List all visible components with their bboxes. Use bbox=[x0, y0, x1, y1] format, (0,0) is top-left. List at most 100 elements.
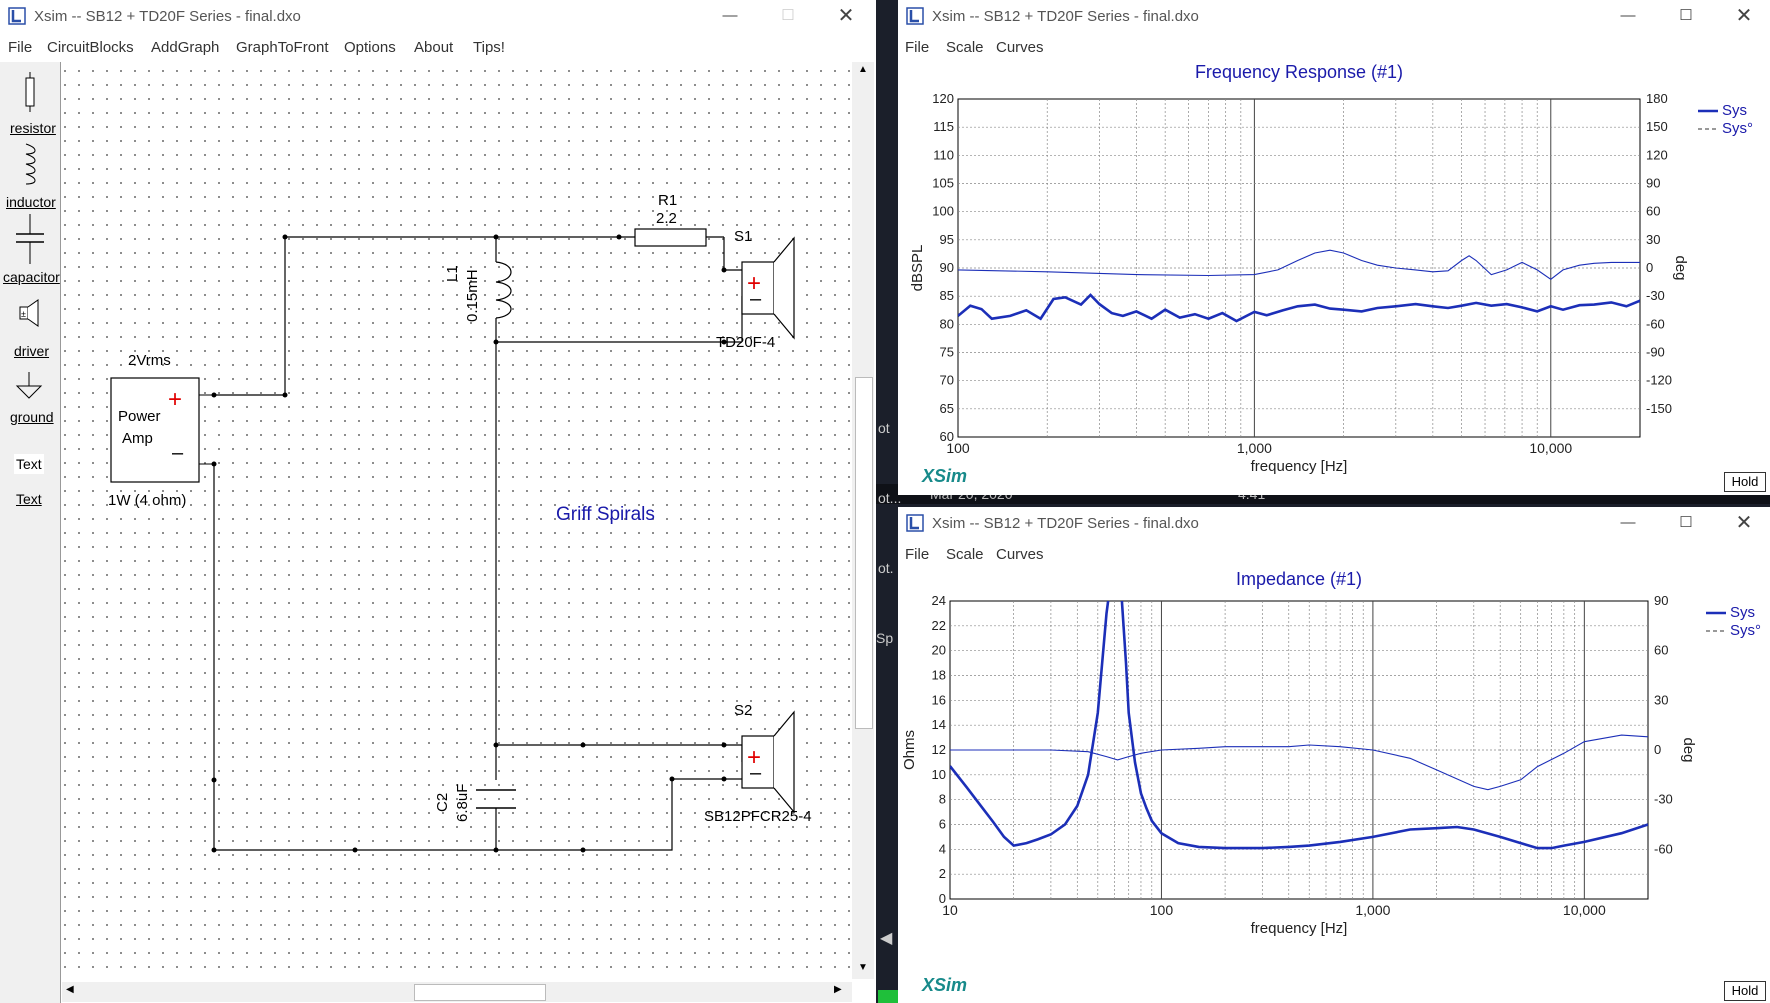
taskbar-edge bbox=[878, 990, 898, 1003]
menu-file[interactable]: File bbox=[905, 39, 929, 56]
y-tick-label: 22 bbox=[932, 618, 946, 633]
palette-resistor[interactable]: resistor bbox=[10, 120, 56, 136]
legend-label: Sys° bbox=[1730, 622, 1761, 639]
palette-text[interactable]: Text bbox=[16, 491, 42, 507]
impedance-window-title: Xsim -- SB12 + TD20F Series - final.dxo bbox=[932, 515, 1199, 532]
scroll-left-icon[interactable]: ◀ bbox=[66, 984, 74, 995]
frequency-titlebar[interactable]: Xsim -- SB12 + TD20F Series - final.dxo … bbox=[898, 0, 1770, 32]
y2-tick-label: 120 bbox=[1646, 147, 1668, 162]
y2-tick-label: -90 bbox=[1646, 345, 1665, 360]
capacitor-icon[interactable] bbox=[12, 214, 48, 264]
legend-label: Sys° bbox=[1722, 120, 1753, 137]
y-tick-label: 16 bbox=[932, 692, 946, 707]
s1-name: S1 bbox=[734, 228, 753, 245]
y-tick-label: 105 bbox=[932, 176, 954, 191]
close-icon[interactable]: ✕ bbox=[1732, 6, 1756, 26]
maximize-icon[interactable]: ☐ bbox=[776, 6, 800, 26]
scroll-right-icon[interactable]: ▶ bbox=[834, 984, 842, 995]
maximize-icon[interactable]: ☐ bbox=[1674, 513, 1698, 533]
palette-driver[interactable]: driver bbox=[14, 343, 49, 359]
scroll-down-icon[interactable]: ▼ bbox=[852, 962, 874, 978]
menu-about[interactable]: About bbox=[414, 39, 453, 56]
driver-icon[interactable]: ± bbox=[16, 298, 42, 328]
minimize-icon[interactable]: — bbox=[718, 6, 742, 26]
menu-file[interactable]: File bbox=[8, 39, 32, 56]
y2-tick-label: -150 bbox=[1646, 401, 1672, 416]
close-icon[interactable]: ✕ bbox=[834, 6, 858, 26]
menu-graphtofront[interactable]: GraphToFront bbox=[236, 39, 329, 56]
y2-tick-label: 90 bbox=[1646, 176, 1660, 191]
s1-model: TD20F-4 bbox=[716, 334, 776, 351]
minimize-icon[interactable]: — bbox=[1616, 6, 1640, 26]
circuit-window: Xsim -- SB12 + TD20F Series - final.dxo … bbox=[0, 0, 876, 1003]
menu-circuitblocks[interactable]: CircuitBlocks bbox=[47, 39, 134, 56]
palette-ground[interactable]: ground bbox=[10, 409, 54, 425]
impedance-window: Xsim -- SB12 + TD20F Series - final.dxo … bbox=[898, 507, 1770, 1003]
palette-text-block[interactable]: Text bbox=[14, 454, 44, 474]
y2-tick-label: 60 bbox=[1646, 204, 1660, 219]
menu-options[interactable]: Options bbox=[344, 39, 396, 56]
y2-tick-label: -30 bbox=[1646, 288, 1665, 303]
horizontal-scrollbar[interactable]: ◀ ▶ bbox=[62, 982, 852, 1002]
maximize-icon[interactable]: ☐ bbox=[1674, 6, 1698, 26]
circuit-window-title: Xsim -- SB12 + TD20F Series - final.dxo bbox=[34, 8, 301, 25]
s2-model: SB12PFCR25-4 bbox=[704, 808, 812, 825]
y-axis-label: dBSPL bbox=[909, 245, 926, 292]
y-tick-label: 18 bbox=[932, 668, 946, 683]
hold-button[interactable]: Hold bbox=[1724, 981, 1766, 1001]
y2-tick-label: 60 bbox=[1654, 643, 1668, 658]
y-tick-label: 8 bbox=[939, 792, 946, 807]
menu-tips[interactable]: Tips! bbox=[473, 39, 505, 56]
xsim-app-icon bbox=[8, 7, 26, 25]
y-tick-label: 70 bbox=[940, 373, 954, 388]
y-tick-label: 10 bbox=[932, 767, 946, 782]
xsim-logo: XSim bbox=[922, 466, 968, 486]
menu-scale[interactable]: Scale bbox=[946, 546, 984, 563]
resistor-icon[interactable] bbox=[20, 72, 40, 112]
x-tick-label: 10,000 bbox=[1563, 902, 1606, 918]
hold-button[interactable]: Hold bbox=[1724, 472, 1766, 492]
amp-label-line2: Amp bbox=[122, 430, 153, 447]
impedance-titlebar[interactable]: Xsim -- SB12 + TD20F Series - final.dxo … bbox=[898, 507, 1770, 539]
amp-minus: – bbox=[172, 442, 184, 464]
chart-title: Impedance (#1) bbox=[1236, 569, 1362, 589]
menu-curves[interactable]: Curves bbox=[996, 546, 1044, 563]
circuit-canvas[interactable]: R1 2.2 L1 0.15mH C2 6.8uF S1 TD20F-4 + –… bbox=[62, 62, 852, 979]
y2-tick-label: -60 bbox=[1646, 316, 1665, 331]
y2-axis-label: deg bbox=[1680, 737, 1697, 762]
frequency-window: Xsim -- SB12 + TD20F Series - final.dxo … bbox=[898, 0, 1770, 495]
inductor-icon[interactable] bbox=[20, 142, 40, 186]
c2-name: C2 bbox=[434, 792, 451, 812]
x-tick-label: 100 bbox=[946, 440, 970, 456]
vertical-scrollbar[interactable]: ▲ ▼ bbox=[852, 62, 874, 979]
y-tick-label: 90 bbox=[940, 260, 954, 275]
y2-tick-label: 90 bbox=[1654, 593, 1668, 608]
svg-text:±: ± bbox=[21, 309, 26, 319]
scroll-up-icon[interactable]: ▲ bbox=[852, 64, 874, 80]
menu-scale[interactable]: Scale bbox=[946, 39, 984, 56]
bg-fragment-1: ot bbox=[878, 420, 890, 436]
close-icon[interactable]: ✕ bbox=[1732, 513, 1756, 533]
component-palette: resistor inductor capacitor ± driver gro… bbox=[0, 62, 61, 1003]
hscroll-thumb[interactable] bbox=[414, 984, 546, 1001]
s1-minus: – bbox=[750, 288, 762, 310]
legend-label: Sys bbox=[1730, 604, 1755, 621]
circuit-titlebar[interactable]: Xsim -- SB12 + TD20F Series - final.dxo … bbox=[0, 0, 876, 32]
l1-name: L1 bbox=[444, 265, 461, 282]
x-tick-label: 100 bbox=[1150, 902, 1174, 918]
menu-file[interactable]: File bbox=[905, 546, 929, 563]
menu-curves[interactable]: Curves bbox=[996, 39, 1044, 56]
r1-resistor bbox=[634, 228, 707, 247]
palette-inductor[interactable]: inductor bbox=[6, 194, 56, 210]
chart-title: Frequency Response (#1) bbox=[1195, 62, 1403, 82]
xsim-logo: XSim bbox=[922, 975, 968, 995]
minimize-icon[interactable]: — bbox=[1616, 513, 1640, 533]
ground-icon[interactable] bbox=[14, 372, 44, 402]
palette-capacitor[interactable]: capacitor bbox=[3, 269, 60, 285]
scroll-thumb[interactable] bbox=[855, 377, 873, 729]
c2-value: 6.8uF bbox=[454, 783, 471, 822]
bg-fragment-4: Sp bbox=[876, 630, 894, 646]
y2-tick-label: 180 bbox=[1646, 91, 1668, 106]
frequency-menubar: File Scale Curves bbox=[898, 34, 1770, 60]
menu-addgraph[interactable]: AddGraph bbox=[151, 39, 219, 56]
